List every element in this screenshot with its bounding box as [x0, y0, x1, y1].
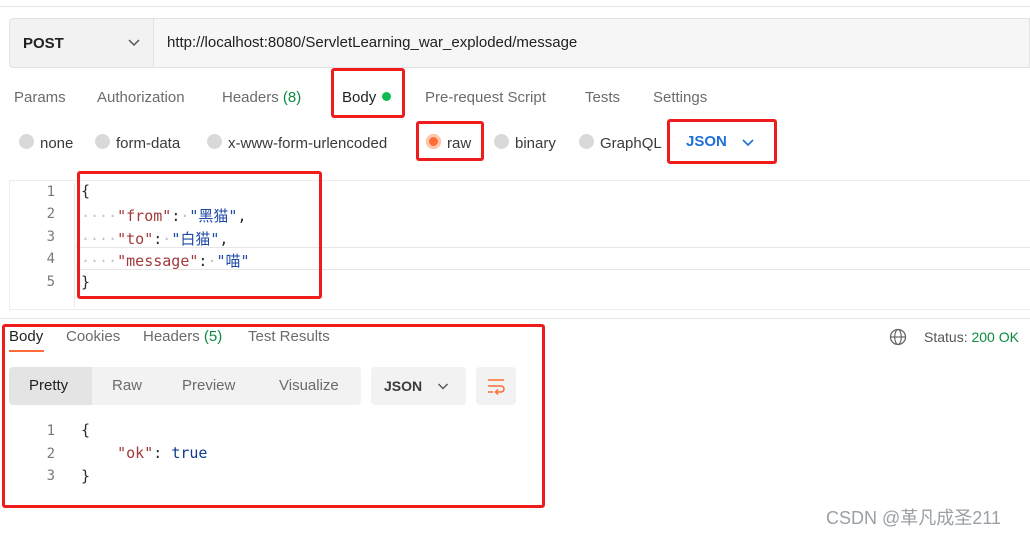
- top-divider: [0, 6, 1030, 7]
- radio-form-data-label: form-data: [116, 135, 181, 152]
- line-number: 1: [46, 184, 55, 200]
- section-divider: [0, 318, 1030, 319]
- tab-headers[interactable]: Headers (8): [222, 89, 301, 106]
- radio-urlencoded[interactable]: [207, 134, 222, 149]
- radio-none-label: none: [40, 135, 74, 152]
- tab-headers-label: Headers: [222, 89, 279, 106]
- annotation-box-response: [2, 324, 545, 508]
- headers-count: (8): [282, 89, 302, 106]
- radio-none[interactable]: [19, 134, 34, 149]
- tab-pre-request-script[interactable]: Pre-request Script: [425, 89, 546, 106]
- tab-params[interactable]: Params: [14, 89, 66, 106]
- method-label: POST: [23, 35, 64, 52]
- radio-binary[interactable]: [494, 134, 509, 149]
- radio-graphql-label: GraphQL: [600, 135, 662, 152]
- chevron-down-icon[interactable]: [126, 34, 142, 50]
- editor-gutter-divider: [74, 183, 75, 307]
- line-number: 5: [46, 274, 55, 290]
- radio-binary-label: binary: [515, 135, 556, 152]
- annotation-box-json: [667, 119, 777, 164]
- annotation-box-request-body: [77, 171, 322, 299]
- response-status[interactable]: Status: 200 OK: [924, 329, 1019, 345]
- annotation-box-body-tab: [331, 68, 405, 118]
- radio-urlencoded-label: x-www-form-urlencoded: [228, 135, 388, 152]
- line-number: 3: [46, 229, 55, 245]
- watermark: CSDN @革凡成圣211: [826, 508, 1001, 528]
- status-label: Status:: [924, 329, 968, 345]
- line-number: 4: [46, 251, 55, 267]
- annotation-box-raw: [416, 121, 484, 161]
- url-text: http://localhost:8080/ServletLearning_wa…: [167, 34, 578, 51]
- status-value: 200 OK: [971, 329, 1019, 345]
- globe-icon[interactable]: [889, 328, 907, 346]
- radio-graphql[interactable]: [579, 134, 594, 149]
- tab-settings[interactable]: Settings: [653, 89, 707, 106]
- radio-form-data[interactable]: [95, 134, 110, 149]
- tab-authorization[interactable]: Authorization: [97, 89, 185, 106]
- tab-tests[interactable]: Tests: [585, 89, 620, 106]
- line-number: 2: [46, 206, 55, 222]
